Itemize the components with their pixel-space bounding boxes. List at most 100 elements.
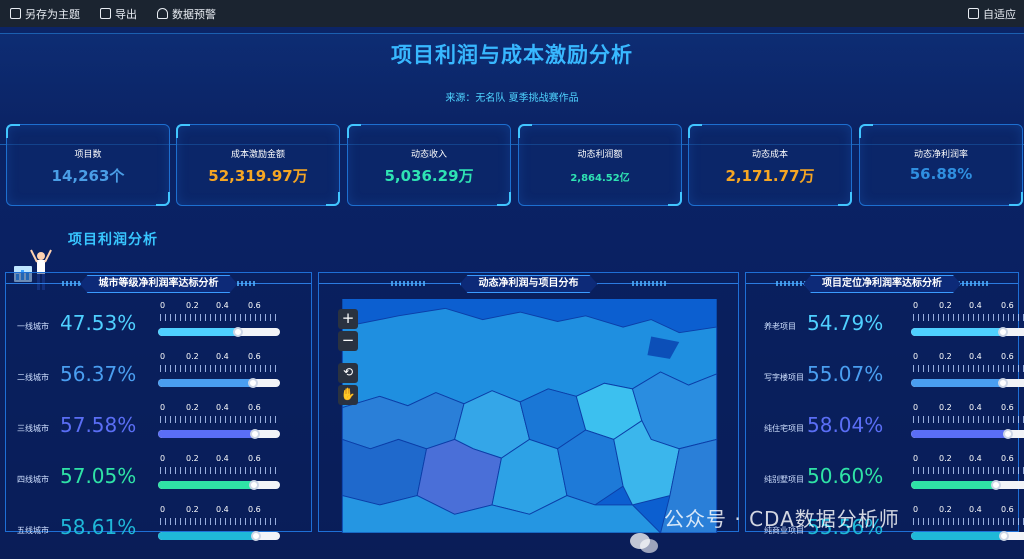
data-alert-label: 数据预警 xyxy=(172,7,216,21)
reset-view-icon[interactable]: ⟲ xyxy=(338,363,358,383)
gauge-label: 养老项目 xyxy=(764,322,796,331)
scale-tick-label: 0.4 xyxy=(216,505,229,514)
panel-title: 项目定位净利润率达标分析 xyxy=(803,275,961,293)
scale-ticks xyxy=(913,314,1024,321)
scale-ticks xyxy=(160,467,276,474)
panel-title: 城市等级净利润率达标分析 xyxy=(80,275,238,293)
gauge-track xyxy=(158,481,280,489)
save-theme-icon xyxy=(10,8,21,19)
pan-hand-icon[interactable]: ✋ xyxy=(338,385,358,405)
gauge-row: 三线城市 57.58% 0 0.2 0.4 0.6 xyxy=(6,401,311,451)
scale-tick-label: 0.2 xyxy=(186,301,199,310)
wechat-icon xyxy=(630,533,658,553)
scale-tick-label: 0 xyxy=(160,352,166,361)
kpi-value: 14,263个 xyxy=(51,167,125,185)
gauge-row: 养老项目 54.79% 0 0.2 0.4 0.6 xyxy=(746,299,1024,349)
kpi-value: 5,036.29万 xyxy=(384,167,474,185)
gauge-fill xyxy=(158,328,239,336)
scale-tick-label: 0.2 xyxy=(186,352,199,361)
scale-tick-label: 0.6 xyxy=(1001,454,1014,463)
scale-ticks xyxy=(913,416,1024,423)
scale-tick-label: 0.6 xyxy=(248,403,261,412)
panel-header: 动态净利润与项目分布 xyxy=(319,273,738,295)
kpi-value: 2,171.77万 xyxy=(725,167,815,185)
export-label: 导出 xyxy=(115,7,137,21)
scale-tick-label: 0.6 xyxy=(248,352,261,361)
section-title: 项目利润分析 xyxy=(68,232,158,248)
scale-tick-label: 0.6 xyxy=(1001,505,1014,514)
zoom-in-button[interactable]: + xyxy=(338,309,358,329)
adaptive-button[interactable]: 自适应 xyxy=(968,6,1016,22)
gauge-track xyxy=(158,379,280,387)
gauge-knob[interactable] xyxy=(250,429,260,439)
gauge-scale: 0 0.2 0.4 0.6 xyxy=(158,505,280,529)
scale-tick-label: 0.2 xyxy=(186,505,199,514)
gauge-label: 一线城市 xyxy=(17,322,49,331)
gauge-knob[interactable] xyxy=(251,531,261,541)
scale-ticks xyxy=(160,314,276,321)
gauge-knob[interactable] xyxy=(233,327,243,337)
scale-tick-label: 0.2 xyxy=(939,403,952,412)
gauge-knob[interactable] xyxy=(998,327,1008,337)
gauge-fill xyxy=(911,430,1009,438)
zoom-out-button[interactable]: − xyxy=(338,331,358,351)
save-theme-button[interactable]: 另存为主题 xyxy=(10,6,80,22)
gauge-knob[interactable] xyxy=(998,378,1008,388)
gauge-knob[interactable] xyxy=(991,480,1001,490)
kpi-card: 动态净利润率 56.88% xyxy=(859,124,1023,206)
gauge-track xyxy=(158,430,280,438)
gauge-knob[interactable] xyxy=(249,480,259,490)
gauge-track xyxy=(158,532,280,540)
scale-tick-label: 0.4 xyxy=(969,505,982,514)
scale-tick-label: 0 xyxy=(160,454,166,463)
gauge-label: 纯住宅项目 xyxy=(764,424,804,433)
kpi-label: 项目数 xyxy=(74,150,102,160)
gauge-row: 四线城市 57.05% 0 0.2 0.4 0.6 xyxy=(6,452,311,502)
scale-tick-label: 0 xyxy=(160,301,166,310)
kpi-label: 动态净利润率 xyxy=(913,150,968,160)
scale-tick-label: 0.2 xyxy=(186,403,199,412)
china-region-map[interactable] xyxy=(328,299,731,533)
kpi-card: 项目数 14,263个 xyxy=(6,124,170,206)
gauge-label: 二线城市 xyxy=(17,373,49,382)
gauge-knob[interactable] xyxy=(1003,429,1013,439)
scale-ticks xyxy=(913,467,1024,474)
scale-tick-label: 0.2 xyxy=(939,454,952,463)
page-title: 项目利润与成本激励分析 xyxy=(391,43,633,67)
gauge-label: 三线城市 xyxy=(17,424,49,433)
kpi-card: 动态利润额 2,864.52亿 xyxy=(518,124,682,206)
gauge-scale: 0 0.2 0.4 0.6 xyxy=(158,301,280,325)
scale-tick-label: 0.4 xyxy=(216,352,229,361)
kpi-label: 动态利润额 xyxy=(577,150,623,160)
gauge-row: 一线城市 47.53% 0 0.2 0.4 0.6 xyxy=(6,299,311,349)
gauge-fill xyxy=(158,430,256,438)
gauge-knob[interactable] xyxy=(248,378,258,388)
gauge-value: 50.60% xyxy=(807,464,884,488)
scale-tick-label: 0.6 xyxy=(1001,301,1014,310)
gauge-knob[interactable] xyxy=(999,531,1009,541)
panel-header: 项目定位净利润率达标分析 xyxy=(746,273,1018,295)
page-subtitle: 来源：无名队 夏季挑战赛作品 xyxy=(445,93,579,104)
gauge-label: 纯别墅项目 xyxy=(764,475,804,484)
kpi-label: 成本激励金额 xyxy=(230,150,285,160)
export-button[interactable]: 导出 xyxy=(100,6,137,22)
panel-title: 动态净利润与项目分布 xyxy=(460,275,598,293)
gauge-label: 写字楼项目 xyxy=(764,373,804,382)
scale-tick-label: 0.6 xyxy=(248,505,261,514)
fullscreen-icon xyxy=(968,8,979,19)
scale-tick-label: 0.2 xyxy=(939,352,952,361)
scale-tick-label: 0.2 xyxy=(186,454,199,463)
scale-tick-label: 0 xyxy=(913,505,919,514)
gauge-scale: 0 0.2 0.4 0.6 xyxy=(158,352,280,376)
gauge-row: 写字楼项目 55.07% 0 0.2 0.4 0.6 xyxy=(746,350,1024,400)
gauge-track xyxy=(911,481,1024,489)
top-toolbar: 另存为主题 导出 数据预警 自适应 xyxy=(0,0,1024,27)
scale-tick-label: 0.6 xyxy=(248,301,261,310)
gauge-value: 56.37% xyxy=(60,362,137,386)
kpi-card: 动态成本 2,171.77万 xyxy=(688,124,852,206)
gauge-value: 47.53% xyxy=(60,311,137,335)
data-alert-button[interactable]: 数据预警 xyxy=(157,6,216,22)
gauge-scale: 0 0.2 0.4 0.6 xyxy=(911,352,1024,376)
gauge-row: 五线城市 58.61% 0 0.2 0.4 0.6 xyxy=(6,503,311,553)
adaptive-label: 自适应 xyxy=(983,7,1016,21)
